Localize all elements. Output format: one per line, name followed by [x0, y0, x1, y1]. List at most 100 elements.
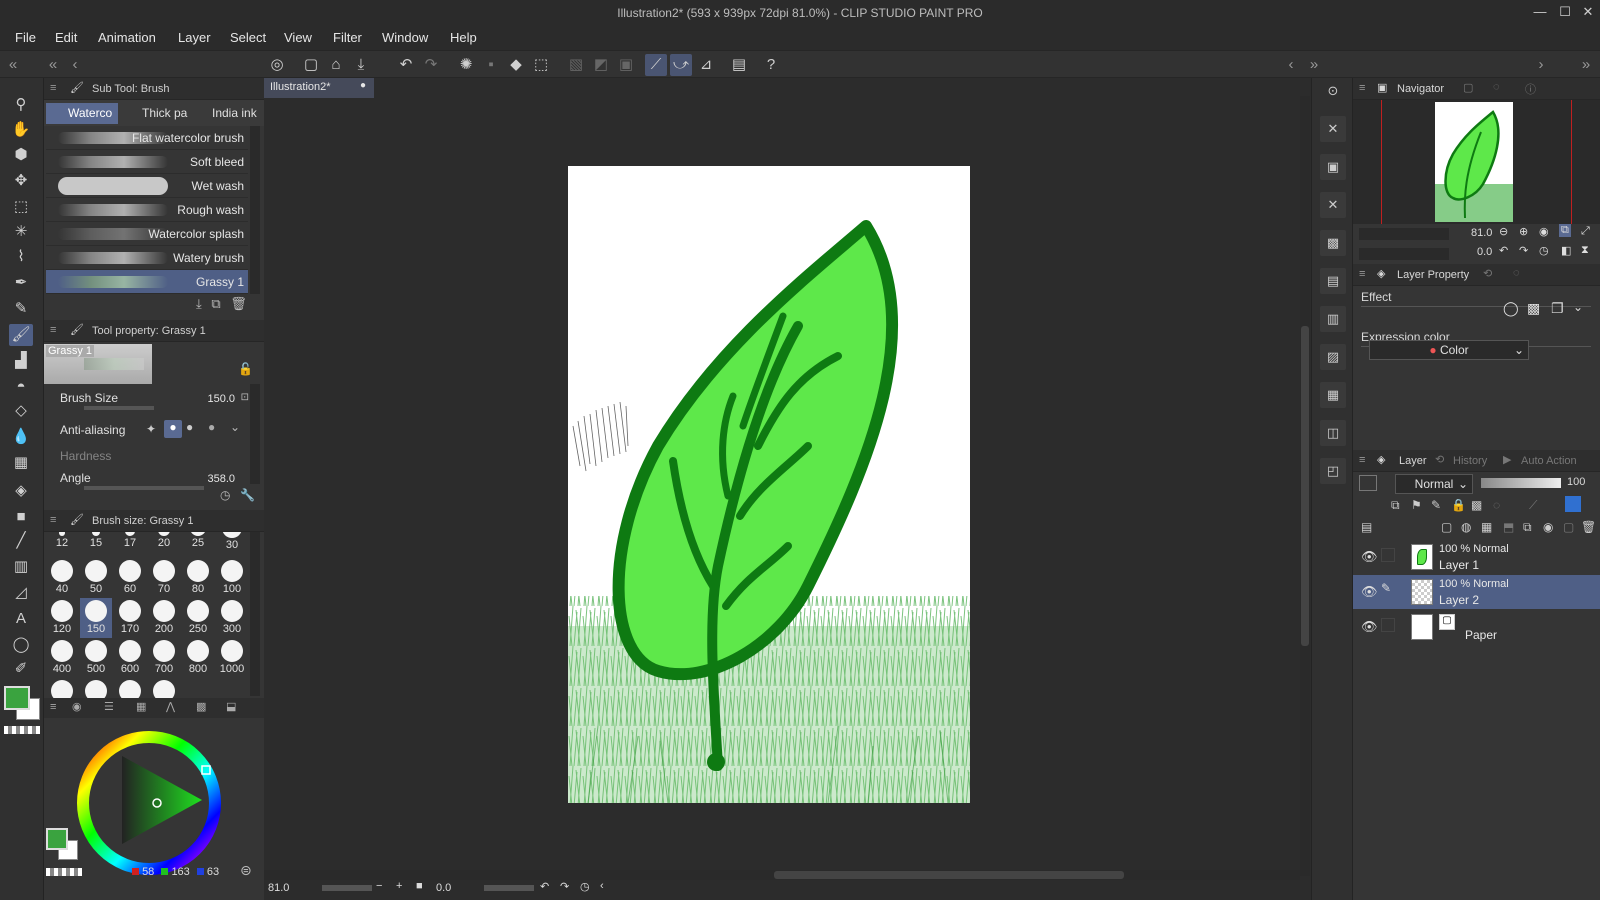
approx-color-tab-icon[interactable]: ▩: [196, 700, 206, 713]
hand-tool-icon[interactable]: ✋: [9, 119, 33, 141]
pencil-tool-icon[interactable]: ✎: [9, 298, 33, 320]
menu-icon[interactable]: ≡: [50, 82, 56, 94]
material-icon[interactable]: ✕: [1320, 116, 1346, 142]
main-color-swatch[interactable]: [4, 686, 30, 710]
zoom-out-icon[interactable]: ⊖: [1499, 225, 1508, 238]
brush-tool-icon[interactable]: 🖌: [9, 324, 33, 346]
brush-size-20[interactable]: 20: [148, 532, 180, 558]
antialias-weak-icon[interactable]: ●: [164, 420, 182, 438]
chevron-right-icon[interactable]: ›: [1530, 54, 1552, 76]
new-folder-icon[interactable]: ▦: [1481, 520, 1492, 534]
blend-tool-icon[interactable]: 💧: [9, 426, 33, 448]
menu-icon[interactable]: ≡: [1359, 454, 1365, 466]
scroll-left-icon[interactable]: ‹: [600, 880, 604, 892]
brush-item[interactable]: Flat watercolor brush: [46, 126, 248, 150]
redo-icon[interactable]: ↷: [420, 54, 442, 76]
color-slider-tab-icon[interactable]: ☰: [104, 700, 114, 713]
download-icon[interactable]: ⤓: [196, 296, 202, 311]
brush-size-120[interactable]: 120: [46, 598, 78, 638]
delete-icon[interactable]: 🗑: [230, 296, 247, 311]
property-scrollbar[interactable]: [250, 384, 260, 484]
chevron-down-icon[interactable]: ⌄: [230, 420, 240, 434]
eyedropper-icon[interactable]: ⌇: [9, 246, 33, 268]
menu-help[interactable]: Help: [450, 30, 477, 45]
fill-icon[interactable]: ▪: [480, 54, 502, 76]
zoom-in-icon[interactable]: ⊕: [1519, 225, 1528, 238]
material-object-icon[interactable]: ▨: [1320, 344, 1346, 370]
expression-color-dropdown[interactable]: ● Color ⌄: [1369, 340, 1529, 360]
expand-right-icon[interactable]: »: [1303, 54, 1325, 76]
brush-size-more[interactable]: [46, 678, 78, 698]
menu-filter[interactable]: Filter: [333, 30, 362, 45]
brush-size-60[interactable]: 60: [114, 558, 146, 598]
move-tool-icon[interactable]: ✥: [9, 170, 33, 192]
snap-grid-icon[interactable]: ⊿: [695, 54, 717, 76]
brush-size-80[interactable]: 80: [182, 558, 214, 598]
brush-size-value[interactable]: 150.0: [207, 393, 235, 405]
gradient-icon[interactable]: ■: [9, 506, 33, 528]
delete-layer-icon[interactable]: 🗑: [1581, 520, 1596, 534]
close-tab-icon[interactable]: ●: [360, 80, 366, 91]
ruler-tool-icon[interactable]: ◿: [9, 582, 33, 604]
transparent-color-swatch[interactable]: [4, 726, 40, 734]
color-history-tab-icon[interactable]: ⬓: [226, 700, 236, 713]
brush-size-100[interactable]: 100: [216, 558, 248, 598]
undo-icon[interactable]: ↶: [395, 54, 417, 76]
color-wheel-tab-icon[interactable]: ◉: [72, 700, 82, 713]
fit-navigator-icon[interactable]: ⧉: [1559, 224, 1571, 237]
layer-select-checkbox[interactable]: [1381, 548, 1395, 562]
help-icon[interactable]: ?: [760, 54, 782, 76]
document-tab[interactable]: Illustration2* ●: [264, 78, 374, 98]
brush-size-row[interactable]: Brush Size 150.0 ⊡: [44, 386, 249, 412]
material-3d-icon[interactable]: ▥: [1320, 306, 1346, 332]
figure-tool-icon[interactable]: ╱: [9, 530, 33, 552]
navigator-rotate-slider[interactable]: [1359, 248, 1449, 260]
clear-icon[interactable]: ✺: [455, 54, 477, 76]
brush-size-200[interactable]: 200: [148, 598, 180, 638]
wrench-icon[interactable]: 🔧: [240, 488, 255, 502]
rotation-value[interactable]: 0.0: [436, 882, 451, 894]
tab-icon[interactable]: ◌: [1513, 267, 1520, 279]
transfer-icon[interactable]: ⬒: [1503, 520, 1514, 534]
ruler-icon[interactable]: ⟋: [1529, 498, 1537, 513]
tab-layer[interactable]: Layer: [1399, 455, 1427, 467]
brush-size-300[interactable]: 300: [216, 598, 248, 638]
decoration-tool-icon[interactable]: ◓: [9, 376, 33, 398]
deselect-icon[interactable]: ▧: [565, 54, 587, 76]
menu-animation[interactable]: Animation: [98, 30, 156, 45]
layer-color-icon[interactable]: [1565, 496, 1581, 512]
canvas-paper[interactable]: [568, 166, 970, 803]
antialias-strong-icon[interactable]: ●: [208, 420, 215, 434]
auto-select-icon[interactable]: ✳: [9, 221, 33, 243]
angle-slider[interactable]: [84, 486, 204, 490]
mask-add-icon[interactable]: ◉: [1543, 520, 1553, 534]
brush-size-12[interactable]: 12: [46, 532, 78, 558]
menu-window[interactable]: Window: [382, 30, 428, 45]
color-wheel[interactable]: [74, 728, 224, 878]
navigator-preview[interactable]: [1353, 100, 1600, 224]
reset-rotation-icon[interactable]: ◷: [1539, 244, 1549, 257]
menu-icon[interactable]: ≡: [1359, 82, 1365, 94]
antialias-none-icon[interactable]: ✦: [146, 422, 156, 436]
eraser-icon[interactable]: ◇: [9, 400, 33, 422]
brush-size-170[interactable]: 170: [114, 598, 146, 638]
fill-tool-icon[interactable]: ◈: [9, 480, 33, 502]
tab-thick-paint[interactable]: Thick pa: [120, 103, 188, 124]
brush-size-150-selected[interactable]: 150: [80, 598, 112, 638]
eye-icon[interactable]: 👁: [1361, 584, 1378, 600]
zoom-value[interactable]: 81.0: [268, 882, 289, 894]
menu-layer[interactable]: Layer: [178, 30, 211, 45]
lock-layer-icon[interactable]: 🔒: [1451, 498, 1466, 512]
new-raster-layer-icon[interactable]: ▢: [1441, 520, 1452, 534]
maximize-button[interactable]: ☐: [1555, 4, 1575, 22]
eye-icon[interactable]: 👁: [1361, 619, 1378, 635]
material-pattern-icon[interactable]: ✕: [1320, 192, 1346, 218]
brush-size-500[interactable]: 500: [80, 638, 112, 678]
mask-icon[interactable]: ◌: [1493, 498, 1500, 512]
info-tab-icon[interactable]: ◌: [1493, 81, 1500, 93]
new-file-icon[interactable]: ▢: [300, 54, 322, 76]
zoom-out-icon[interactable]: −: [376, 880, 382, 892]
collapse-right-icon[interactable]: »: [1575, 54, 1597, 76]
transform-icon[interactable]: ⬚: [530, 54, 552, 76]
transparent-chip[interactable]: [46, 868, 82, 876]
